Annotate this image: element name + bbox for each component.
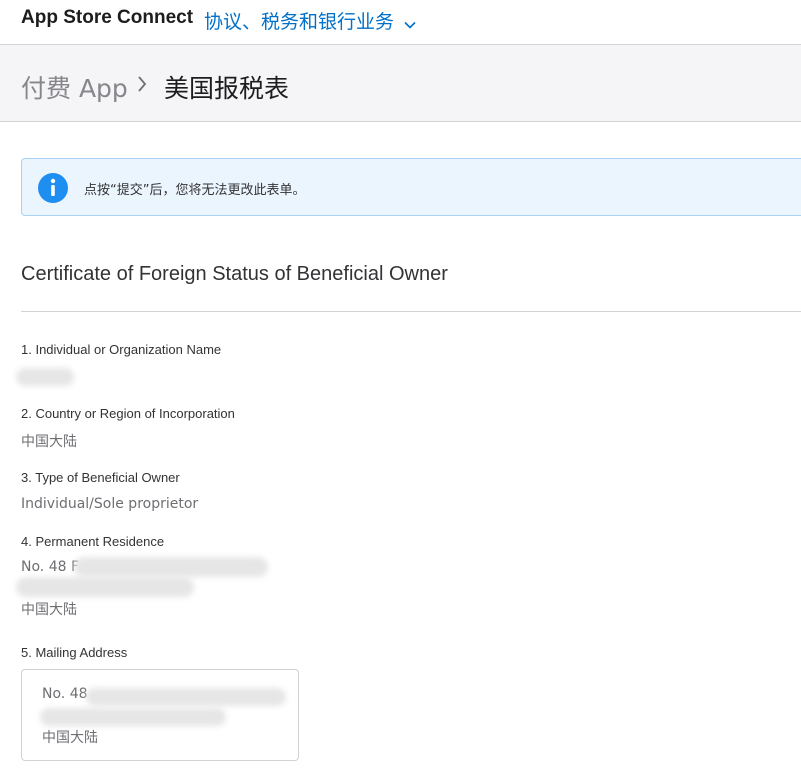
mailing-address-line1: No. 48 [42,686,88,702]
page-title: 美国报税表 [164,74,290,103]
redacted-name [16,368,74,386]
form-title: Certificate of Foreign Status of Benefic… [21,263,448,285]
breadcrumb-parent-link[interactable]: 付费 App [21,69,128,105]
redacted-mailing-1 [86,688,286,706]
permanent-residence-line1: No. 48 F [21,559,80,575]
info-icon [37,172,69,208]
field-label-mailing-address: 5. Mailing Address [21,645,128,660]
field-value-country: 中国大陆 [21,434,77,450]
field-label-country: 2. Country or Region of Incorporation [21,406,235,421]
field-label-name: 1. Individual or Organization Name [21,342,222,357]
top-bar: App Store Connect 协议、税务和银行业务 [0,0,801,45]
redacted-address-1 [74,557,268,577]
field-label-owner-type: 3. Type of Beneficial Owner [21,470,180,485]
notice-text: 点按“提交”后，您将无法更改此表单。 [84,183,306,198]
mailing-address-line3: 中国大陆 [42,730,98,746]
chevron-down-icon [404,12,416,34]
field-value-owner-type: Individual/Sole proprietor [21,496,199,512]
app-title[interactable]: App Store Connect [21,7,193,29]
redacted-mailing-2 [40,708,226,726]
breadcrumb: 付费 App 美国报税表 [0,45,801,122]
field-label-permanent-residence: 4. Permanent Residence [21,534,165,549]
redacted-address-2 [16,577,194,597]
divider [21,311,801,312]
chevron-right-icon [137,76,147,96]
section-menu-label: 协议、税务和银行业务 [204,11,395,33]
info-notice: 点按“提交”后，您将无法更改此表单。 [21,158,801,216]
permanent-residence-line3: 中国大陆 [21,602,77,618]
mailing-address-box[interactable]: No. 48 中国大陆 [21,669,299,761]
section-menu-dropdown[interactable]: 协议、税务和银行业务 [204,7,416,34]
